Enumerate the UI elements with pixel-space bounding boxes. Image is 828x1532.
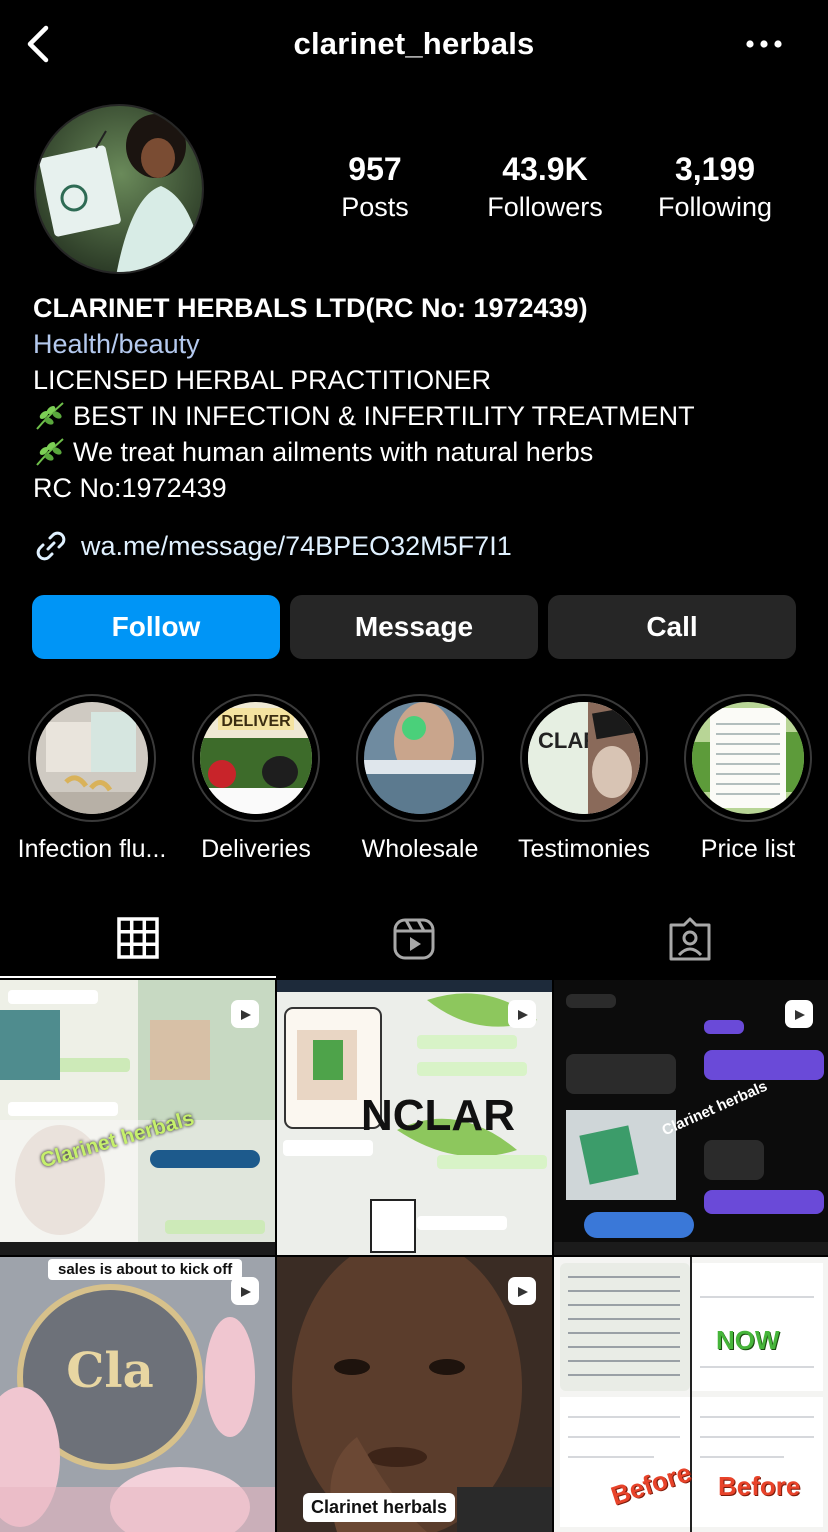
bio-line-licensed: LICENSED HERBAL PRACTITIONER <box>33 365 492 395</box>
herb-leaf-icon <box>36 438 64 466</box>
highlight-wholesale[interactable]: Wholesale <box>338 694 502 866</box>
followers-label: Followers <box>487 192 603 222</box>
post-thumbnail[interactable]: NCLAR <box>277 980 552 1255</box>
herb-leaf-icon <box>36 402 64 430</box>
following-count: 3,199 <box>674 151 756 187</box>
link-text: wa.me/message/74BPEO32M5F7I1 <box>81 530 512 561</box>
posts-stat[interactable]: 957 Posts <box>300 150 450 226</box>
posts-grid: Clarinet herbals NCLAR Clarinet herbals … <box>0 980 828 1532</box>
tab-tagged[interactable] <box>552 900 828 978</box>
highlight-label: Wholesale <box>361 835 479 863</box>
reels-icon <box>393 918 435 960</box>
post-caption: sales is about to kick off <box>48 1259 243 1280</box>
post-caption: NOW <box>716 1325 780 1355</box>
highlight-cover: DELIVER <box>200 702 312 814</box>
more-horizontal-icon[interactable] <box>744 30 784 58</box>
link-icon <box>36 531 66 561</box>
highlight-cover: CLAR <box>528 702 640 814</box>
profile-bio: CLARINET HERBALS LTD(RC No: 1972439) Hea… <box>33 290 813 506</box>
reels-icon <box>231 1277 259 1305</box>
profile-avatar[interactable] <box>34 104 204 274</box>
post-thumbnail[interactable]: NOW Before Before <box>554 1257 828 1532</box>
followers-count: 43.9K <box>502 151 588 187</box>
highlight-ring <box>684 694 812 822</box>
tab-posts-grid[interactable] <box>0 900 276 978</box>
highlight-label: Infection flu... <box>17 835 167 863</box>
tagged-icon <box>669 917 711 961</box>
top-bar: clarinet_herbals <box>0 0 828 90</box>
reels-icon <box>231 1000 259 1028</box>
bio-text-treat: We treat human ailments with natural her… <box>73 437 594 467</box>
profile-category[interactable]: Health/beauty <box>33 326 813 362</box>
profile-link[interactable]: wa.me/message/74BPEO32M5F7I1 <box>33 528 512 564</box>
grid-icon <box>117 917 159 959</box>
reels-icon <box>508 1000 536 1028</box>
highlight-cover <box>692 702 804 814</box>
highlight-infection-flush[interactable]: Infection flu... <box>10 694 174 866</box>
highlight-cover <box>36 702 148 814</box>
tab-reels[interactable] <box>276 900 552 978</box>
posts-label: Posts <box>341 192 409 222</box>
posts-count: 957 <box>348 151 402 187</box>
post-caption: Clarinet herbals <box>303 1493 456 1522</box>
svg-text:NCLAR: NCLAR <box>361 1091 515 1140</box>
call-button[interactable]: Call <box>548 595 796 659</box>
highlight-ring <box>356 694 484 822</box>
followers-stat[interactable]: 43.9K Followers <box>470 150 620 226</box>
highlight-deliveries[interactable]: DELIVER Deliveries <box>174 694 338 866</box>
svg-text:DELIVER: DELIVER <box>221 713 291 730</box>
highlight-ring <box>28 694 156 822</box>
username-title: clarinet_herbals <box>293 26 535 61</box>
highlight-cover <box>364 702 476 814</box>
following-stat[interactable]: 3,199 Following <box>640 150 790 226</box>
reels-icon <box>508 1277 536 1305</box>
post-thumbnail[interactable]: Clarinet herbals <box>277 1257 552 1532</box>
highlight-ring: CLAR <box>520 694 648 822</box>
svg-text:Cla: Cla <box>66 1343 154 1399</box>
story-highlights: Infection flu... DELIVER Deliveries Whol… <box>0 694 828 864</box>
highlight-label: Testimonies <box>518 835 650 863</box>
message-button[interactable]: Message <box>290 595 538 659</box>
profile-actions: Follow Message Call <box>32 595 796 659</box>
reels-icon <box>785 1000 813 1028</box>
profile-tabs <box>0 900 828 978</box>
profile-stats: 957 Posts 43.9K Followers 3,199 Followin… <box>300 150 790 226</box>
bio-line-best: BEST IN INFECTION & INFERTILITY TREATMEN… <box>33 398 813 434</box>
bio-line-treat: We treat human ailments with natural her… <box>33 434 813 470</box>
highlight-price-list[interactable]: Price list <box>666 694 828 866</box>
following-label: Following <box>657 192 773 222</box>
follow-button[interactable]: Follow <box>32 595 280 659</box>
post-thumbnail[interactable]: Clarinet herbals <box>0 980 275 1255</box>
post-caption: Before <box>718 1471 801 1501</box>
highlight-label: Deliveries <box>201 835 311 863</box>
highlight-testimonies[interactable]: CLAR Testimonies <box>502 694 666 866</box>
bio-text-best: BEST IN INFECTION & INFERTILITY TREATMEN… <box>73 401 695 431</box>
post-thumbnail[interactable]: Cla sales is about to kick off <box>0 1257 275 1532</box>
post-thumbnail[interactable]: Clarinet herbals <box>554 980 828 1255</box>
profile-name: CLARINET HERBALS LTD(RC No: 1972439) <box>33 293 588 323</box>
highlight-label: Price list <box>700 835 796 863</box>
bio-line-rc: RC No:1972439 <box>33 473 227 503</box>
highlight-ring: DELIVER <box>192 694 320 822</box>
